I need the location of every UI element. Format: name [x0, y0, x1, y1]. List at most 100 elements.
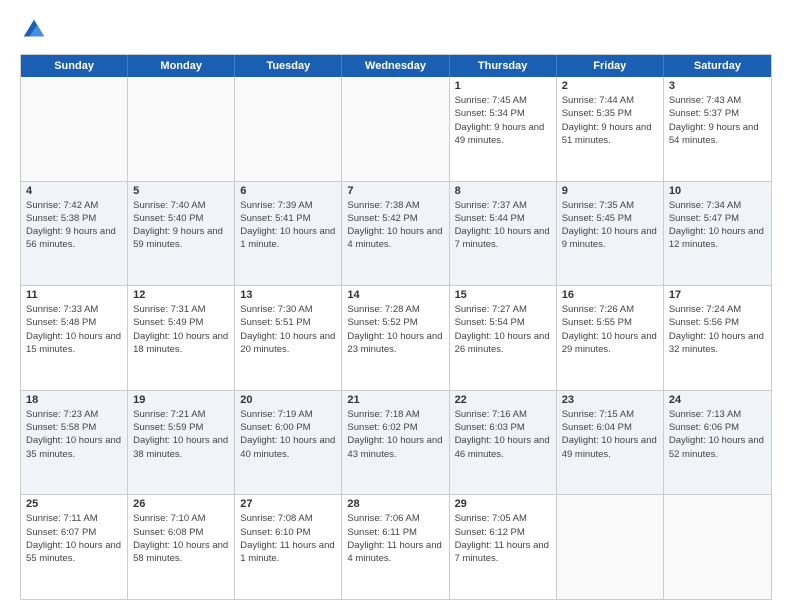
day-cell: 25 Sunrise: 7:11 AM Sunset: 6:07 PM Dayli… [21, 495, 128, 599]
day-cell: 29Sunrise: 7:05 AM Sunset: 6:12 PM Dayli… [450, 495, 557, 599]
day-detail: Sunrise: 7:21 AM Sunset: 5:59 PM Dayligh… [133, 408, 229, 461]
empty-day-cell [342, 77, 449, 181]
day-number: 17 [669, 289, 766, 301]
day-cell: 23 Sunrise: 7:15 AM Sunset: 6:04 PM Dayli… [557, 391, 664, 495]
day-number: 28 [347, 498, 443, 510]
weekday-header: Thursday [450, 55, 557, 77]
day-cell: 7Sunrise: 7:38 AM Sunset: 5:42 PM Daylig… [342, 182, 449, 286]
day-number: 24 [669, 394, 766, 406]
calendar-week: 25 Sunrise: 7:11 AM Sunset: 6:07 PM Dayli… [21, 495, 771, 599]
day-detail: Sunrise: 7:45 AM Sunset: 5:34 PM Dayligh… [455, 94, 551, 147]
day-number: 10 [669, 185, 766, 197]
day-cell: 3 Sunrise: 7:43 AM Sunset: 5:37 PM Daylig… [664, 77, 771, 181]
day-cell: 22 Sunrise: 7:16 AM Sunset: 6:03 PM Dayli… [450, 391, 557, 495]
day-detail: Sunrise: 7:13 AM Sunset: 6:06 PM Dayligh… [669, 408, 766, 461]
day-cell: 17 Sunrise: 7:24 AM Sunset: 5:56 PM Dayli… [664, 286, 771, 390]
day-detail: Sunrise: 7:44 AM Sunset: 5:35 PM Dayligh… [562, 94, 658, 147]
weekday-header: Friday [557, 55, 664, 77]
day-number: 13 [240, 289, 336, 301]
day-cell: 24 Sunrise: 7:13 AM Sunset: 6:06 PM Dayli… [664, 391, 771, 495]
weekday-header: Tuesday [235, 55, 342, 77]
day-cell: 6 Sunrise: 7:39 AM Sunset: 5:41 PM Daylig… [235, 182, 342, 286]
day-number: 19 [133, 394, 229, 406]
day-number: 27 [240, 498, 336, 510]
logo [20, 16, 52, 44]
day-cell: 5 Sunrise: 7:40 AM Sunset: 5:40 PM Daylig… [128, 182, 235, 286]
day-number: 12 [133, 289, 229, 301]
day-detail: Sunrise: 7:08 AM Sunset: 6:10 PM Dayligh… [240, 512, 336, 565]
day-cell: 9 Sunrise: 7:35 AM Sunset: 5:45 PM Daylig… [557, 182, 664, 286]
day-number: 11 [26, 289, 122, 301]
day-cell: 20Sunrise: 7:19 AM Sunset: 6:00 PM Dayli… [235, 391, 342, 495]
calendar-week: 4Sunrise: 7:42 AM Sunset: 5:38 PM Daylig… [21, 182, 771, 287]
day-number: 7 [347, 185, 443, 197]
day-number: 25 [26, 498, 122, 510]
day-detail: Sunrise: 7:05 AM Sunset: 6:12 PM Dayligh… [455, 512, 551, 565]
day-number: 3 [669, 80, 766, 92]
day-cell: 14 Sunrise: 7:28 AM Sunset: 5:52 PM Dayli… [342, 286, 449, 390]
day-cell: 15 Sunrise: 7:27 AM Sunset: 5:54 PM Dayli… [450, 286, 557, 390]
day-detail: Sunrise: 7:33 AM Sunset: 5:48 PM Dayligh… [26, 303, 122, 356]
day-cell: 27 Sunrise: 7:08 AM Sunset: 6:10 PM Dayli… [235, 495, 342, 599]
logo-icon [20, 16, 48, 44]
empty-day-cell [557, 495, 664, 599]
day-detail: Sunrise: 7:06 AM Sunset: 6:11 PM Dayligh… [347, 512, 443, 565]
calendar-week: 11 Sunrise: 7:33 AM Sunset: 5:48 PM Dayli… [21, 286, 771, 391]
day-number: 14 [347, 289, 443, 301]
day-cell: 8Sunrise: 7:37 AM Sunset: 5:44 PM Daylig… [450, 182, 557, 286]
weekday-header: Saturday [664, 55, 771, 77]
page-header [20, 16, 772, 44]
day-cell: 19 Sunrise: 7:21 AM Sunset: 5:59 PM Dayli… [128, 391, 235, 495]
day-detail: Sunrise: 7:43 AM Sunset: 5:37 PM Dayligh… [669, 94, 766, 147]
day-detail: Sunrise: 7:16 AM Sunset: 6:03 PM Dayligh… [455, 408, 551, 461]
day-cell: 18 Sunrise: 7:23 AM Sunset: 5:58 PM Dayli… [21, 391, 128, 495]
calendar-body: 1 Sunrise: 7:45 AM Sunset: 5:34 PM Daylig… [21, 77, 771, 599]
day-detail: Sunrise: 7:26 AM Sunset: 5:55 PM Dayligh… [562, 303, 658, 356]
day-number: 21 [347, 394, 443, 406]
day-detail: Sunrise: 7:11 AM Sunset: 6:07 PM Dayligh… [26, 512, 122, 565]
day-detail: Sunrise: 7:10 AM Sunset: 6:08 PM Dayligh… [133, 512, 229, 565]
day-detail: Sunrise: 7:35 AM Sunset: 5:45 PM Dayligh… [562, 199, 658, 252]
weekday-header: Monday [128, 55, 235, 77]
day-detail: Sunrise: 7:24 AM Sunset: 5:56 PM Dayligh… [669, 303, 766, 356]
calendar-week: 1 Sunrise: 7:45 AM Sunset: 5:34 PM Daylig… [21, 77, 771, 182]
empty-day-cell [128, 77, 235, 181]
calendar: SundayMondayTuesdayWednesdayThursdayFrid… [20, 54, 772, 600]
weekday-header: Wednesday [342, 55, 449, 77]
day-number: 18 [26, 394, 122, 406]
day-number: 1 [455, 80, 551, 92]
day-cell: 4Sunrise: 7:42 AM Sunset: 5:38 PM Daylig… [21, 182, 128, 286]
day-number: 9 [562, 185, 658, 197]
day-detail: Sunrise: 7:42 AM Sunset: 5:38 PM Dayligh… [26, 199, 122, 252]
day-detail: Sunrise: 7:39 AM Sunset: 5:41 PM Dayligh… [240, 199, 336, 252]
day-number: 15 [455, 289, 551, 301]
day-detail: Sunrise: 7:18 AM Sunset: 6:02 PM Dayligh… [347, 408, 443, 461]
day-cell: 10Sunrise: 7:34 AM Sunset: 5:47 PM Dayli… [664, 182, 771, 286]
day-cell: 16Sunrise: 7:26 AM Sunset: 5:55 PM Dayli… [557, 286, 664, 390]
empty-day-cell [664, 495, 771, 599]
day-detail: Sunrise: 7:28 AM Sunset: 5:52 PM Dayligh… [347, 303, 443, 356]
day-detail: Sunrise: 7:15 AM Sunset: 6:04 PM Dayligh… [562, 408, 658, 461]
day-number: 26 [133, 498, 229, 510]
day-cell: 26 Sunrise: 7:10 AM Sunset: 6:08 PM Dayli… [128, 495, 235, 599]
day-detail: Sunrise: 7:27 AM Sunset: 5:54 PM Dayligh… [455, 303, 551, 356]
day-cell: 2Sunrise: 7:44 AM Sunset: 5:35 PM Daylig… [557, 77, 664, 181]
day-number: 8 [455, 185, 551, 197]
empty-day-cell [21, 77, 128, 181]
calendar-header: SundayMondayTuesdayWednesdayThursdayFrid… [21, 55, 771, 77]
day-number: 22 [455, 394, 551, 406]
calendar-week: 18 Sunrise: 7:23 AM Sunset: 5:58 PM Dayli… [21, 391, 771, 496]
empty-day-cell [235, 77, 342, 181]
day-number: 5 [133, 185, 229, 197]
day-cell: 28 Sunrise: 7:06 AM Sunset: 6:11 PM Dayli… [342, 495, 449, 599]
day-cell: 13 Sunrise: 7:30 AM Sunset: 5:51 PM Dayli… [235, 286, 342, 390]
day-cell: 1 Sunrise: 7:45 AM Sunset: 5:34 PM Daylig… [450, 77, 557, 181]
day-detail: Sunrise: 7:30 AM Sunset: 5:51 PM Dayligh… [240, 303, 336, 356]
day-number: 6 [240, 185, 336, 197]
day-detail: Sunrise: 7:40 AM Sunset: 5:40 PM Dayligh… [133, 199, 229, 252]
day-detail: Sunrise: 7:23 AM Sunset: 5:58 PM Dayligh… [26, 408, 122, 461]
day-detail: Sunrise: 7:19 AM Sunset: 6:00 PM Dayligh… [240, 408, 336, 461]
day-cell: 12Sunrise: 7:31 AM Sunset: 5:49 PM Dayli… [128, 286, 235, 390]
day-number: 23 [562, 394, 658, 406]
day-cell: 21 Sunrise: 7:18 AM Sunset: 6:02 PM Dayli… [342, 391, 449, 495]
